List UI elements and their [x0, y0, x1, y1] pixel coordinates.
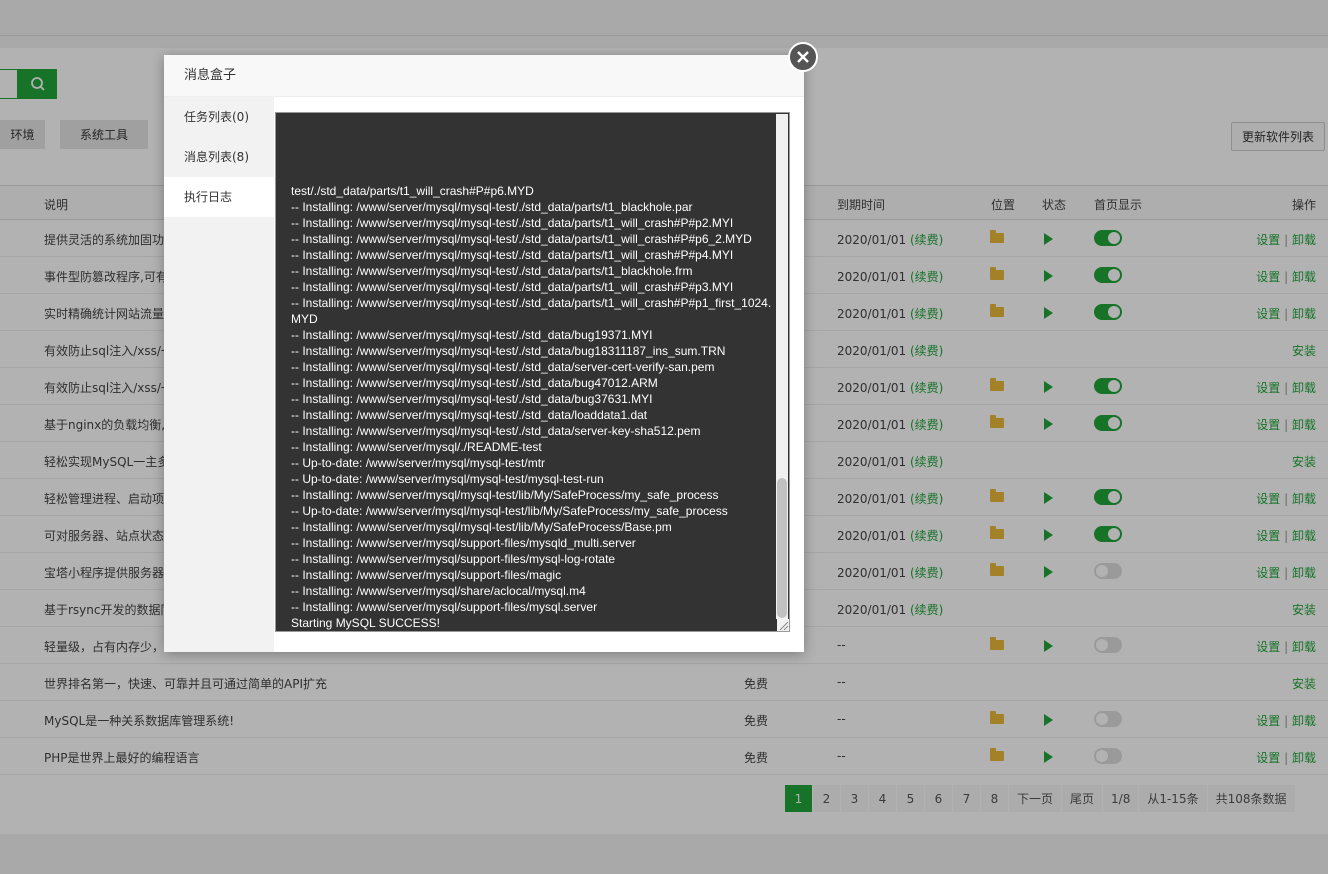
close-icon — [797, 51, 809, 63]
close-dialog-button[interactable] — [788, 42, 818, 72]
tab-execution-log[interactable]: 执行日志 — [164, 177, 274, 217]
message-box-dialog: 消息盒子 任务列表(0) 消息列表(8) 执行日志 test/./std_dat… — [164, 55, 804, 652]
log-scrollbar-thumb[interactable] — [777, 478, 787, 618]
execution-log-textarea[interactable]: test/./std_data/parts/t1_will_crash#P#p6… — [275, 112, 790, 632]
dialog-title: 消息盒子 — [164, 55, 804, 97]
tab-message-list[interactable]: 消息列表(8) — [164, 137, 274, 177]
tab-task-list[interactable]: 任务列表(0) — [164, 97, 274, 137]
log-content: test/./std_data/parts/t1_will_crash#P#p6… — [291, 184, 772, 630]
dialog-sidebar: 任务列表(0) 消息列表(8) 执行日志 — [164, 97, 274, 652]
resize-handle[interactable] — [777, 619, 789, 631]
